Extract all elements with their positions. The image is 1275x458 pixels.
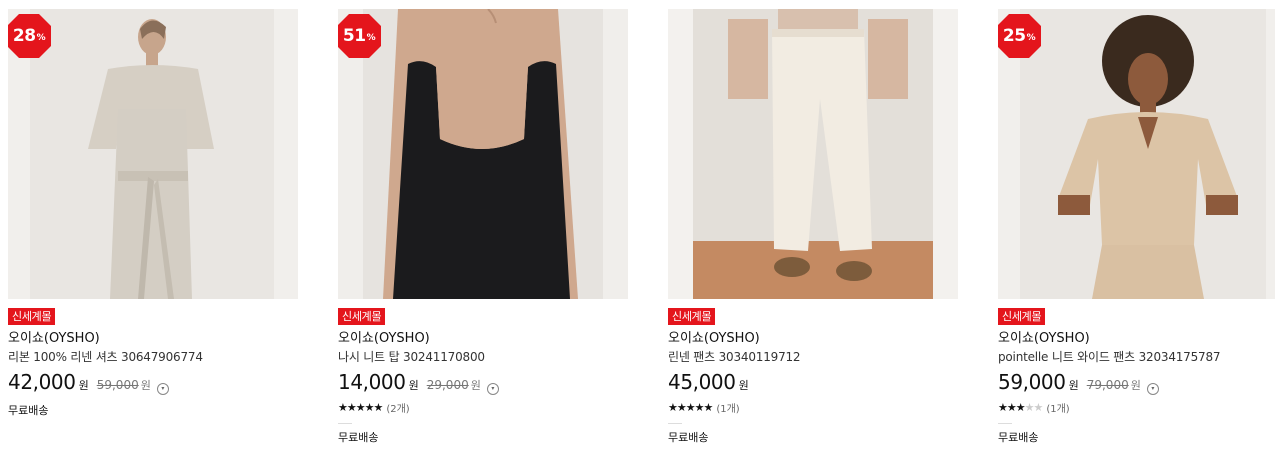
review-count: (2개) bbox=[386, 403, 410, 415]
store-tag: 신세계몰 bbox=[8, 308, 56, 325]
discount-value: 51 bbox=[342, 26, 366, 46]
discount-unit: % bbox=[366, 33, 376, 43]
original-currency-label: 원 bbox=[140, 379, 151, 392]
shipping-label: 무료배송 bbox=[668, 431, 709, 444]
rating: ★★★★★ (2개) bbox=[338, 399, 628, 415]
shipping-label: 무료배송 bbox=[998, 431, 1039, 444]
original-price: 29,000 bbox=[426, 378, 469, 392]
price-info-icon[interactable]: ▾ bbox=[486, 382, 499, 395]
price-row: 42,000 원 59,000 원 ▾ bbox=[8, 370, 298, 398]
product-name[interactable]: 나시 니트 탑 30241170800 bbox=[338, 349, 628, 365]
divider bbox=[338, 423, 352, 424]
star-rating-icon: ★★★★★ bbox=[338, 400, 383, 414]
original-price: 79,000 bbox=[1086, 378, 1129, 392]
review-count: (1개) bbox=[1046, 403, 1070, 415]
rating: ★★★★★ (1개) bbox=[998, 399, 1275, 415]
shipping-label: 무료배송 bbox=[338, 431, 379, 444]
product-image[interactable]: 28% bbox=[8, 9, 298, 299]
brand-name[interactable]: 오이쇼(OYSHO) bbox=[8, 331, 298, 347]
sale-price: 59,000 bbox=[998, 370, 1066, 394]
discount-value: 28 bbox=[12, 26, 36, 46]
brand-name[interactable]: 오이쇼(OYSHO) bbox=[668, 331, 958, 347]
product-card[interactable]: 28% 신세계몰 오이쇼(OYSHO) 리본 100% 리넨 셔츠 306479… bbox=[8, 9, 298, 418]
currency-label: 원 bbox=[408, 379, 419, 392]
product-name[interactable]: 리본 100% 리넨 셔츠 30647906774 bbox=[8, 349, 298, 365]
store-tag: 신세계몰 bbox=[338, 308, 386, 325]
discount-unit: % bbox=[36, 33, 46, 43]
price-info-icon[interactable]: ▾ bbox=[156, 382, 169, 395]
product-photo-linen-pants bbox=[668, 9, 958, 299]
star-rating-icon: ★★★★★ bbox=[998, 400, 1043, 414]
currency-label: 원 bbox=[78, 379, 89, 392]
price-info-icon[interactable]: ▾ bbox=[1146, 382, 1159, 395]
discount-unit: % bbox=[1026, 33, 1036, 43]
product-image[interactable]: 51% bbox=[338, 9, 628, 299]
sale-price: 42,000 bbox=[8, 370, 76, 394]
store-tag: 신세계몰 bbox=[998, 308, 1046, 325]
product-card[interactable]: 신세계몰 오이쇼(OYSHO) 린넨 팬츠 30340119712 45,000… bbox=[668, 9, 958, 445]
brand-name[interactable]: 오이쇼(OYSHO) bbox=[998, 331, 1275, 347]
sale-price: 45,000 bbox=[668, 370, 736, 394]
product-image[interactable]: 25% bbox=[998, 9, 1275, 299]
price-row: 14,000 원 29,000 원 ▾ bbox=[338, 370, 628, 398]
product-image[interactable] bbox=[668, 9, 958, 299]
discount-badge: 28% bbox=[8, 13, 52, 59]
price-row: 59,000 원 79,000 원 ▾ bbox=[998, 370, 1275, 398]
shipping-label: 무료배송 bbox=[8, 404, 49, 417]
store-tag: 신세계몰 bbox=[668, 308, 716, 325]
product-name[interactable]: 린넨 팬츠 30340119712 bbox=[668, 349, 958, 365]
discount-value: 25 bbox=[1002, 26, 1026, 46]
product-card[interactable]: 51% 신세계몰 오이쇼(OYSHO) 나시 니트 탑 30241170800 … bbox=[338, 9, 628, 445]
rating: ★★★★★ (1개) bbox=[668, 399, 958, 415]
original-currency-label: 원 bbox=[1130, 379, 1141, 392]
divider bbox=[668, 423, 682, 424]
product-name[interactable]: pointelle 니트 와이드 팬츠 32034175787 bbox=[998, 349, 1275, 365]
product-card[interactable]: 25% 신세계몰 오이쇼(OYSHO) pointelle 니트 와이드 팬츠 … bbox=[998, 9, 1275, 445]
review-count: (1개) bbox=[716, 403, 740, 415]
discount-badge: 51% bbox=[338, 13, 382, 59]
discount-badge: 25% bbox=[998, 13, 1042, 59]
price-row: 45,000 원 bbox=[668, 370, 958, 398]
currency-label: 원 bbox=[1068, 379, 1079, 392]
star-rating-icon: ★★★★★ bbox=[668, 400, 713, 414]
original-currency-label: 원 bbox=[470, 379, 481, 392]
sale-price: 14,000 bbox=[338, 370, 406, 394]
brand-name[interactable]: 오이쇼(OYSHO) bbox=[338, 331, 628, 347]
divider bbox=[998, 423, 1012, 424]
original-price: 59,000 bbox=[96, 378, 139, 392]
currency-label: 원 bbox=[738, 379, 749, 392]
